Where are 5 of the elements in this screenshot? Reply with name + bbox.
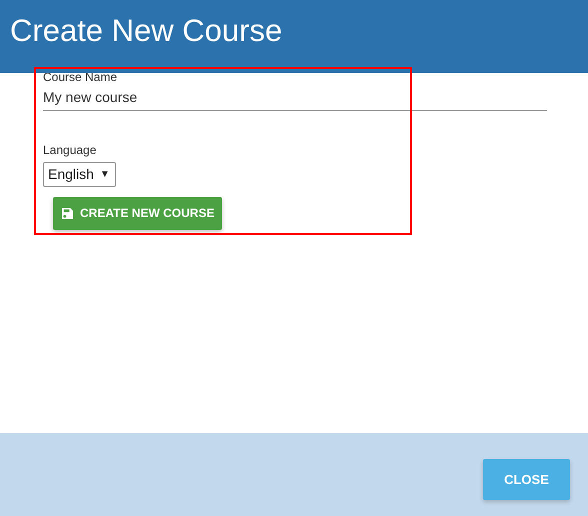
field-label: Language xyxy=(43,144,98,156)
language-dropdown[interactable]: English ▼ xyxy=(43,162,116,187)
input-field[interactable]: My new course xyxy=(43,83,547,111)
save-icon xyxy=(62,208,73,219)
page-title: Create New Course xyxy=(10,14,284,48)
